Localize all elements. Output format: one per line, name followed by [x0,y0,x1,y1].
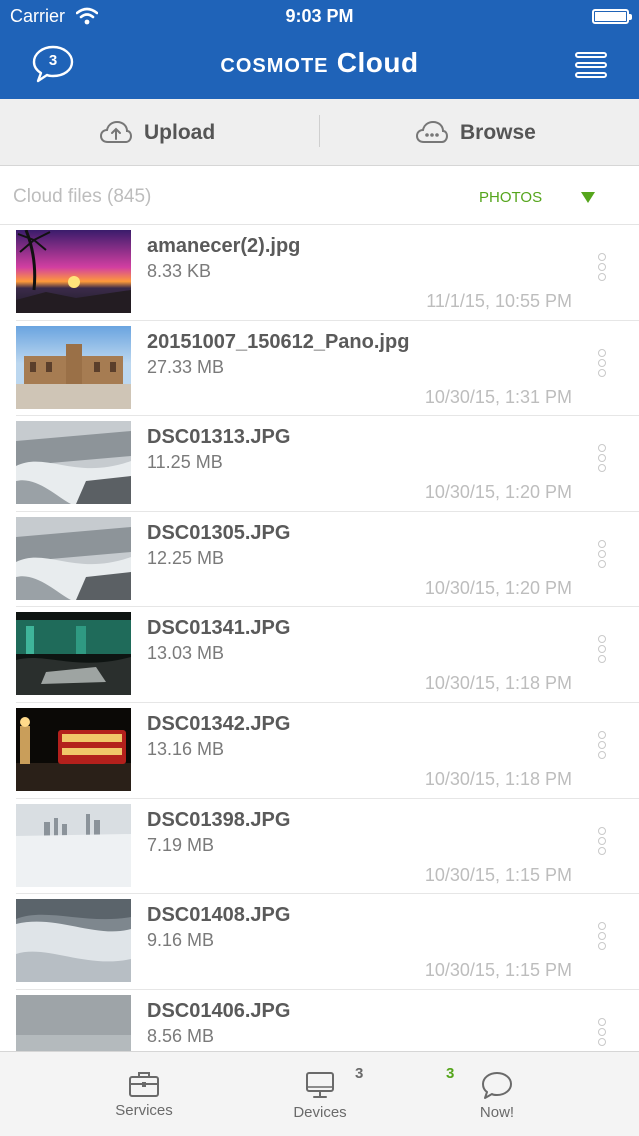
file-size: 13.16 MB [147,739,225,759]
upload-button[interactable]: Upload [100,99,215,166]
file-name: DSC01342.JPG [147,713,291,735]
file-thumbnail[interactable] [16,708,131,791]
file-row[interactable]: DSC01398.JPG 7.19 MB 10/30/15, 1:15 PM [0,799,639,895]
file-date: 10/30/15, 1:18 PM [424,673,572,694]
file-thumbnail[interactable] [16,612,131,696]
tab-devices-label: Devices [293,1104,347,1121]
action-bar: Upload Browse [0,99,639,166]
monitor-icon [306,1072,334,1098]
more-options-icon[interactable] [598,922,608,951]
more-options-icon[interactable] [598,731,608,759]
cloud-browse-icon [416,120,448,143]
file-row[interactable]: DSC01305.JPG 12.25 MB 10/30/15, 1:20 PM [0,512,639,608]
file-size: 9.16 MB [147,930,215,951]
file-thumbnail[interactable] [16,994,131,1051]
more-options-icon[interactable] [598,444,608,473]
status-time: 9:03 PM [285,6,354,26]
file-date: 11/1/15, 10:55 PM [426,291,572,311]
upload-label: Upload [144,120,216,144]
more-options-icon[interactable] [598,1017,608,1046]
tab-now[interactable]: Now! [447,1052,547,1136]
file-date: 10/30/15, 1:18 PM [424,769,572,789]
file-row[interactable]: DSC01408.JPG 9.16 MB 10/30/15, 1:15 PM [0,894,639,990]
file-name: DSC01398.JPG [147,808,291,831]
chat-bubble-icon [482,1072,512,1099]
action-divider [319,115,320,147]
more-options-icon[interactable] [598,826,608,855]
briefcase-icon [129,1072,159,1097]
file-thumbnail[interactable] [16,230,131,313]
file-row[interactable]: DSC01341.JPG 13.03 MB 10/30/15, 1:18 PM [0,607,639,703]
battery-icon [592,9,632,24]
file-thumbnail[interactable] [16,899,131,983]
file-date: 10/30/15, 1:31 PM [424,386,572,407]
browse-label: Browse [460,120,536,144]
file-size: 8.56 MB [147,1025,215,1046]
file-name: DSC01408.JPG [147,904,291,927]
top-bar: Carrier 9:03 PM 3 cosmote Cloud [0,0,639,99]
tab-services[interactable]: Services [94,1052,194,1136]
filter-row: Cloud files (845) PHOTOS [0,167,639,225]
file-row[interactable]: DSC01313.JPG 11.25 MB 10/30/15, 1:20 PM [0,416,639,512]
more-options-icon[interactable] [598,539,608,568]
file-thumbnail[interactable] [16,421,131,505]
file-size: 7.19 MB [147,834,215,855]
file-name: DSC01406.JPG [147,999,291,1022]
app-title-rest: Cloud [328,47,419,78]
file-thumbnail[interactable] [16,325,131,409]
file-row[interactable]: DSC01406.JPG 8.56 MB [0,990,639,1051]
file-date: 10/30/15, 1:20 PM [424,482,572,503]
file-type-selector[interactable]: PHOTOS [479,189,542,206]
tab-services-label: Services [115,1102,173,1119]
file-name: DSC01305.JPG [147,521,291,544]
file-size: 12.25 MB [147,547,225,568]
file-name: DSC01341.JPG [147,617,291,640]
file-thumbnail[interactable] [16,803,131,887]
more-options-icon[interactable] [598,635,608,664]
file-name: 20151007_150612_Pano.jpg [147,330,410,353]
app-title-brand: cosmote [220,47,329,78]
file-size: 11.25 MB [147,452,223,473]
status-bar: Carrier 9:03 PM [0,0,639,34]
tab-bar: Services Devices 3 Now! 3 [0,1051,639,1136]
menu-bar-icon [575,52,607,58]
cloud-upload-icon [100,120,132,143]
file-size: 13.03 MB [147,643,225,664]
file-thumbnail[interactable] [16,516,131,600]
file-size: 8.33 KB [147,261,212,281]
file-name: DSC01313.JPG [147,426,291,449]
cloud-files-count: Cloud files (845) [13,186,152,207]
browse-button[interactable]: Browse [416,99,536,166]
tab-now-label: Now! [479,1104,515,1121]
now-badge: 3 [446,1065,455,1082]
file-row[interactable]: 20151007_150612_Pano.jpg 27.33 MB 10/30/15… [0,321,639,417]
devices-badge: 3 [355,1065,364,1082]
chevron-down-icon[interactable] [581,192,595,203]
file-size: 27.33 MB [147,356,225,377]
menu-bar-icon [575,62,607,68]
file-list[interactable]: amanecer(2).jpg 8.33 KB 11/1/15, 10:55 PM 2… [0,225,639,1051]
file-date: 10/30/15, 1:20 PM [424,577,572,598]
more-options-icon[interactable] [598,253,608,281]
file-row[interactable]: amanecer(2).jpg 8.33 KB 11/1/15, 10:55 PM [0,225,639,321]
file-name: amanecer(2).jpg [147,235,301,257]
menu-bar-icon [575,72,607,78]
file-row[interactable]: DSC01342.JPG 13.16 MB 10/30/15, 1:18 PM [0,703,639,799]
file-date: 10/30/15, 1:15 PM [424,864,572,885]
menu-button[interactable] [575,52,607,78]
file-date: 10/30/15, 1:15 PM [424,960,572,981]
app-title: cosmote Cloud [0,47,639,79]
more-options-icon[interactable] [598,348,608,377]
